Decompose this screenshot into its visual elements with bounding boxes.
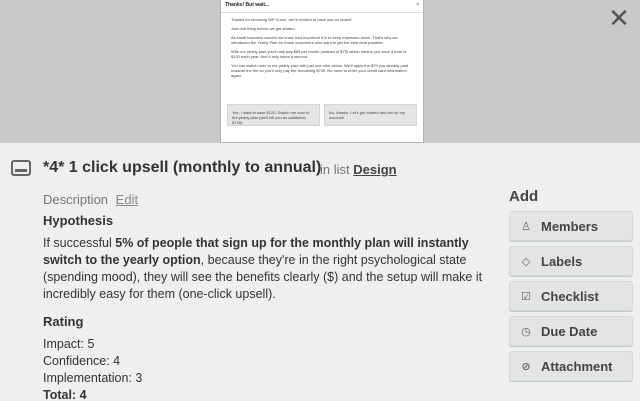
modal-buttons: Yes, I want to save $120. Switch me over… xyxy=(227,104,417,126)
labels-button[interactable]: ◇ Labels xyxy=(509,246,633,276)
attachment-button[interactable]: ⊘ Attachment xyxy=(509,351,633,381)
modal-no-button: No, thanks. Let's get started and set up… xyxy=(324,104,417,126)
in-list-prefix: in list xyxy=(320,162,350,177)
members-button[interactable]: ♙ Members xyxy=(509,211,633,241)
add-section-title: Add xyxy=(509,188,539,205)
upsell-modal-screenshot: Thanks! But wait... × Thanks for choosin… xyxy=(220,0,424,143)
rating-implementation: Implementation: 3 xyxy=(43,371,143,385)
modal-title: Thanks! But wait... xyxy=(225,2,270,8)
description-row: Description Edit xyxy=(43,192,138,207)
close-icon[interactable]: ✕ xyxy=(606,6,632,32)
due-date-button[interactable]: ◷ Due Date xyxy=(509,316,633,346)
modal-paragraph: You can switch over to our yearly plan w… xyxy=(231,63,409,78)
checklist-button[interactable]: ☑ Checklist xyxy=(509,281,633,311)
description-content: Hypothesis If successful 5% of people th… xyxy=(43,212,493,401)
hypothesis-text: If successful 5% of people that sign up … xyxy=(43,235,493,303)
checkbox-icon: ☑ xyxy=(521,289,531,303)
labels-label: Labels xyxy=(541,253,583,269)
card-cover-image: Thanks! But wait... × Thanks for choosin… xyxy=(0,0,640,143)
members-label: Members xyxy=(541,218,599,234)
rating-confidence: Confidence: 4 xyxy=(43,354,121,368)
modal-paragraph: Thanks for choosing WP Curve, we're exci… xyxy=(231,17,352,22)
rating-heading: Rating xyxy=(43,314,84,329)
paperclip-icon: ⊘ xyxy=(521,359,531,373)
modal-paragraph: As small business owners we know how imp… xyxy=(231,35,398,45)
hypothesis-heading: Hypothesis xyxy=(43,213,114,228)
list-reference: in list Design xyxy=(320,162,397,177)
card-title[interactable]: *4* 1 click upsell (monthly to annual) xyxy=(43,159,321,177)
edit-description-link[interactable]: Edit xyxy=(116,192,138,207)
clock-icon: ◷ xyxy=(521,324,531,338)
checklist-label: Checklist xyxy=(541,288,599,304)
hypothesis-text-pre: If successful xyxy=(43,236,116,250)
rating-total: Total: 4 xyxy=(43,388,87,401)
attachment-label: Attachment xyxy=(541,358,613,374)
modal-close-icon: × xyxy=(416,2,419,8)
modal-body: Thanks for choosing WP Curve, we're exci… xyxy=(221,13,423,78)
list-link[interactable]: Design xyxy=(353,162,396,177)
description-label: Description xyxy=(43,192,109,207)
modal-yes-button: Yes, I want to save $120. Switch me over… xyxy=(227,104,320,126)
modal-header: Thanks! But wait... × xyxy=(221,0,423,13)
tag-icon: ◇ xyxy=(521,254,531,268)
due-date-label: Due Date xyxy=(541,323,598,339)
rating-impact: Impact: 5 xyxy=(43,337,95,351)
card-icon xyxy=(11,160,31,176)
modal-paragraph: Just one thing before we get started. xyxy=(231,26,296,31)
modal-paragraph: With our yearly plan you'll only pay $69… xyxy=(231,49,407,59)
person-icon: ♙ xyxy=(521,219,531,233)
card-header: *4* 1 click upsell (monthly to annual) i… xyxy=(0,150,640,190)
